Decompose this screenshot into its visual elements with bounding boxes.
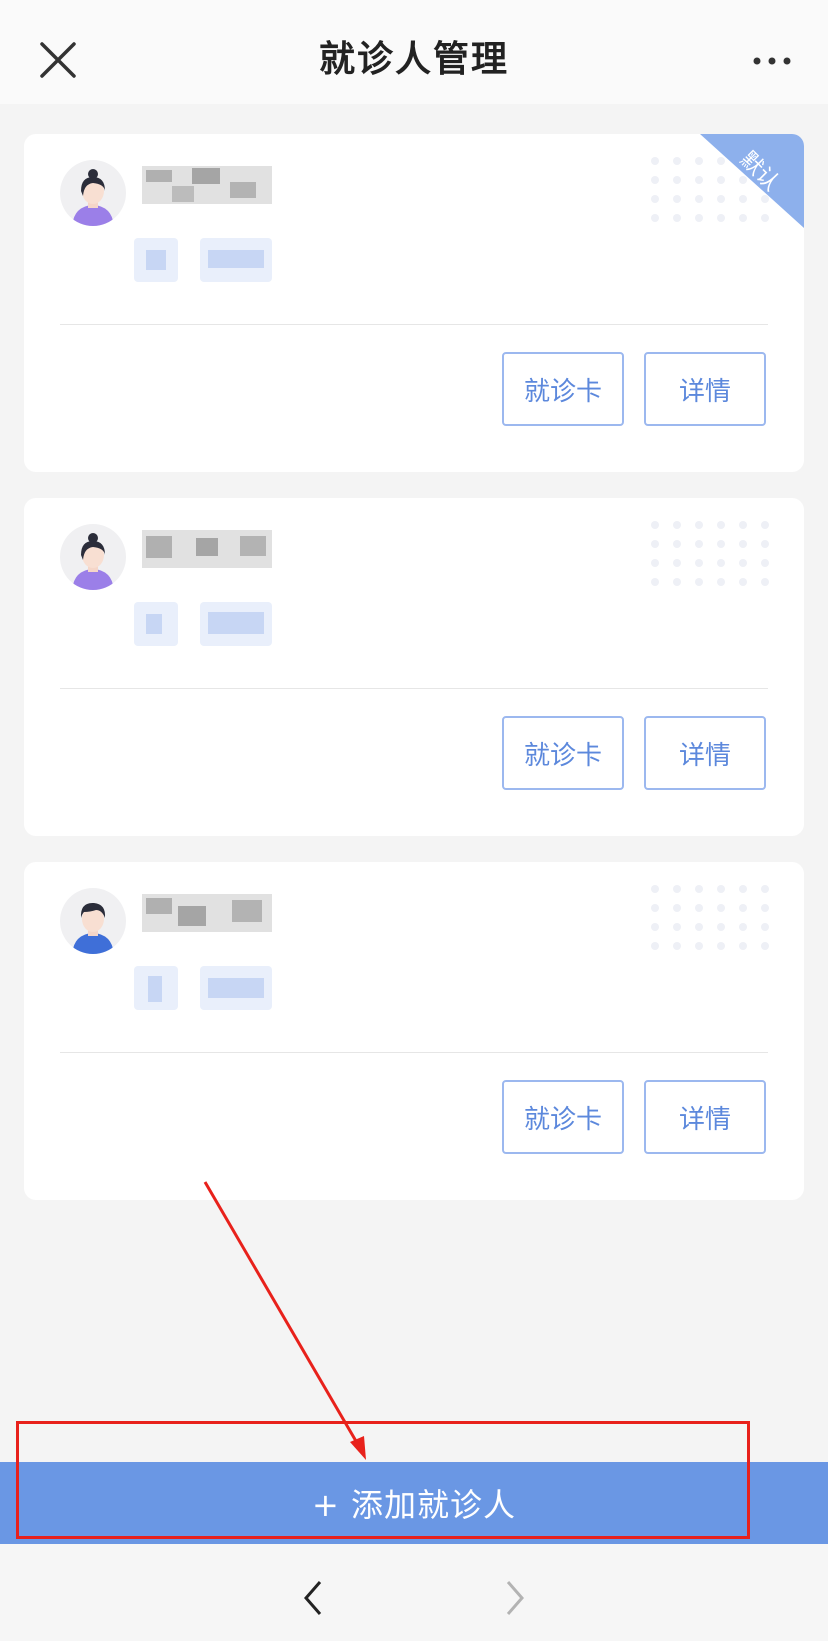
patient-tags-blurred [134,602,272,646]
top-bar: 就诊人管理 [0,0,828,104]
patient-card-3: 就诊卡 详情 [24,862,804,1200]
patient-name-blurred [142,166,272,204]
patient-card-2: 就诊卡 详情 [24,498,804,836]
patient-card-1: 默认 就诊卡 详情 [24,134,804,472]
decorative-dots [651,885,769,950]
browser-bottom-nav [0,1544,828,1641]
patient-tags-blurred [134,966,272,1010]
patient-name-blurred [142,894,272,932]
visit-card-button[interactable]: 就诊卡 [502,1080,624,1154]
female-avatar-icon [60,160,126,226]
details-button[interactable]: 详情 [644,1080,766,1154]
details-button[interactable]: 详情 [644,352,766,426]
visit-card-button[interactable]: 就诊卡 [502,716,624,790]
annotation-highlight-box [16,1421,750,1539]
male-avatar-icon [60,888,126,954]
forward-arrow-icon[interactable] [500,1578,530,1618]
patient-tags-blurred [134,238,272,282]
back-arrow-icon[interactable] [298,1578,328,1618]
page-title: 就诊人管理 [318,39,509,80]
more-options-icon[interactable] [752,46,792,76]
female-avatar-icon [60,524,126,590]
decorative-dots [651,521,769,586]
patient-name-blurred [142,530,272,568]
visit-card-button[interactable]: 就诊卡 [502,352,624,426]
card-divider [60,688,768,689]
details-button[interactable]: 详情 [644,716,766,790]
card-divider [60,1052,768,1053]
card-divider [60,324,768,325]
